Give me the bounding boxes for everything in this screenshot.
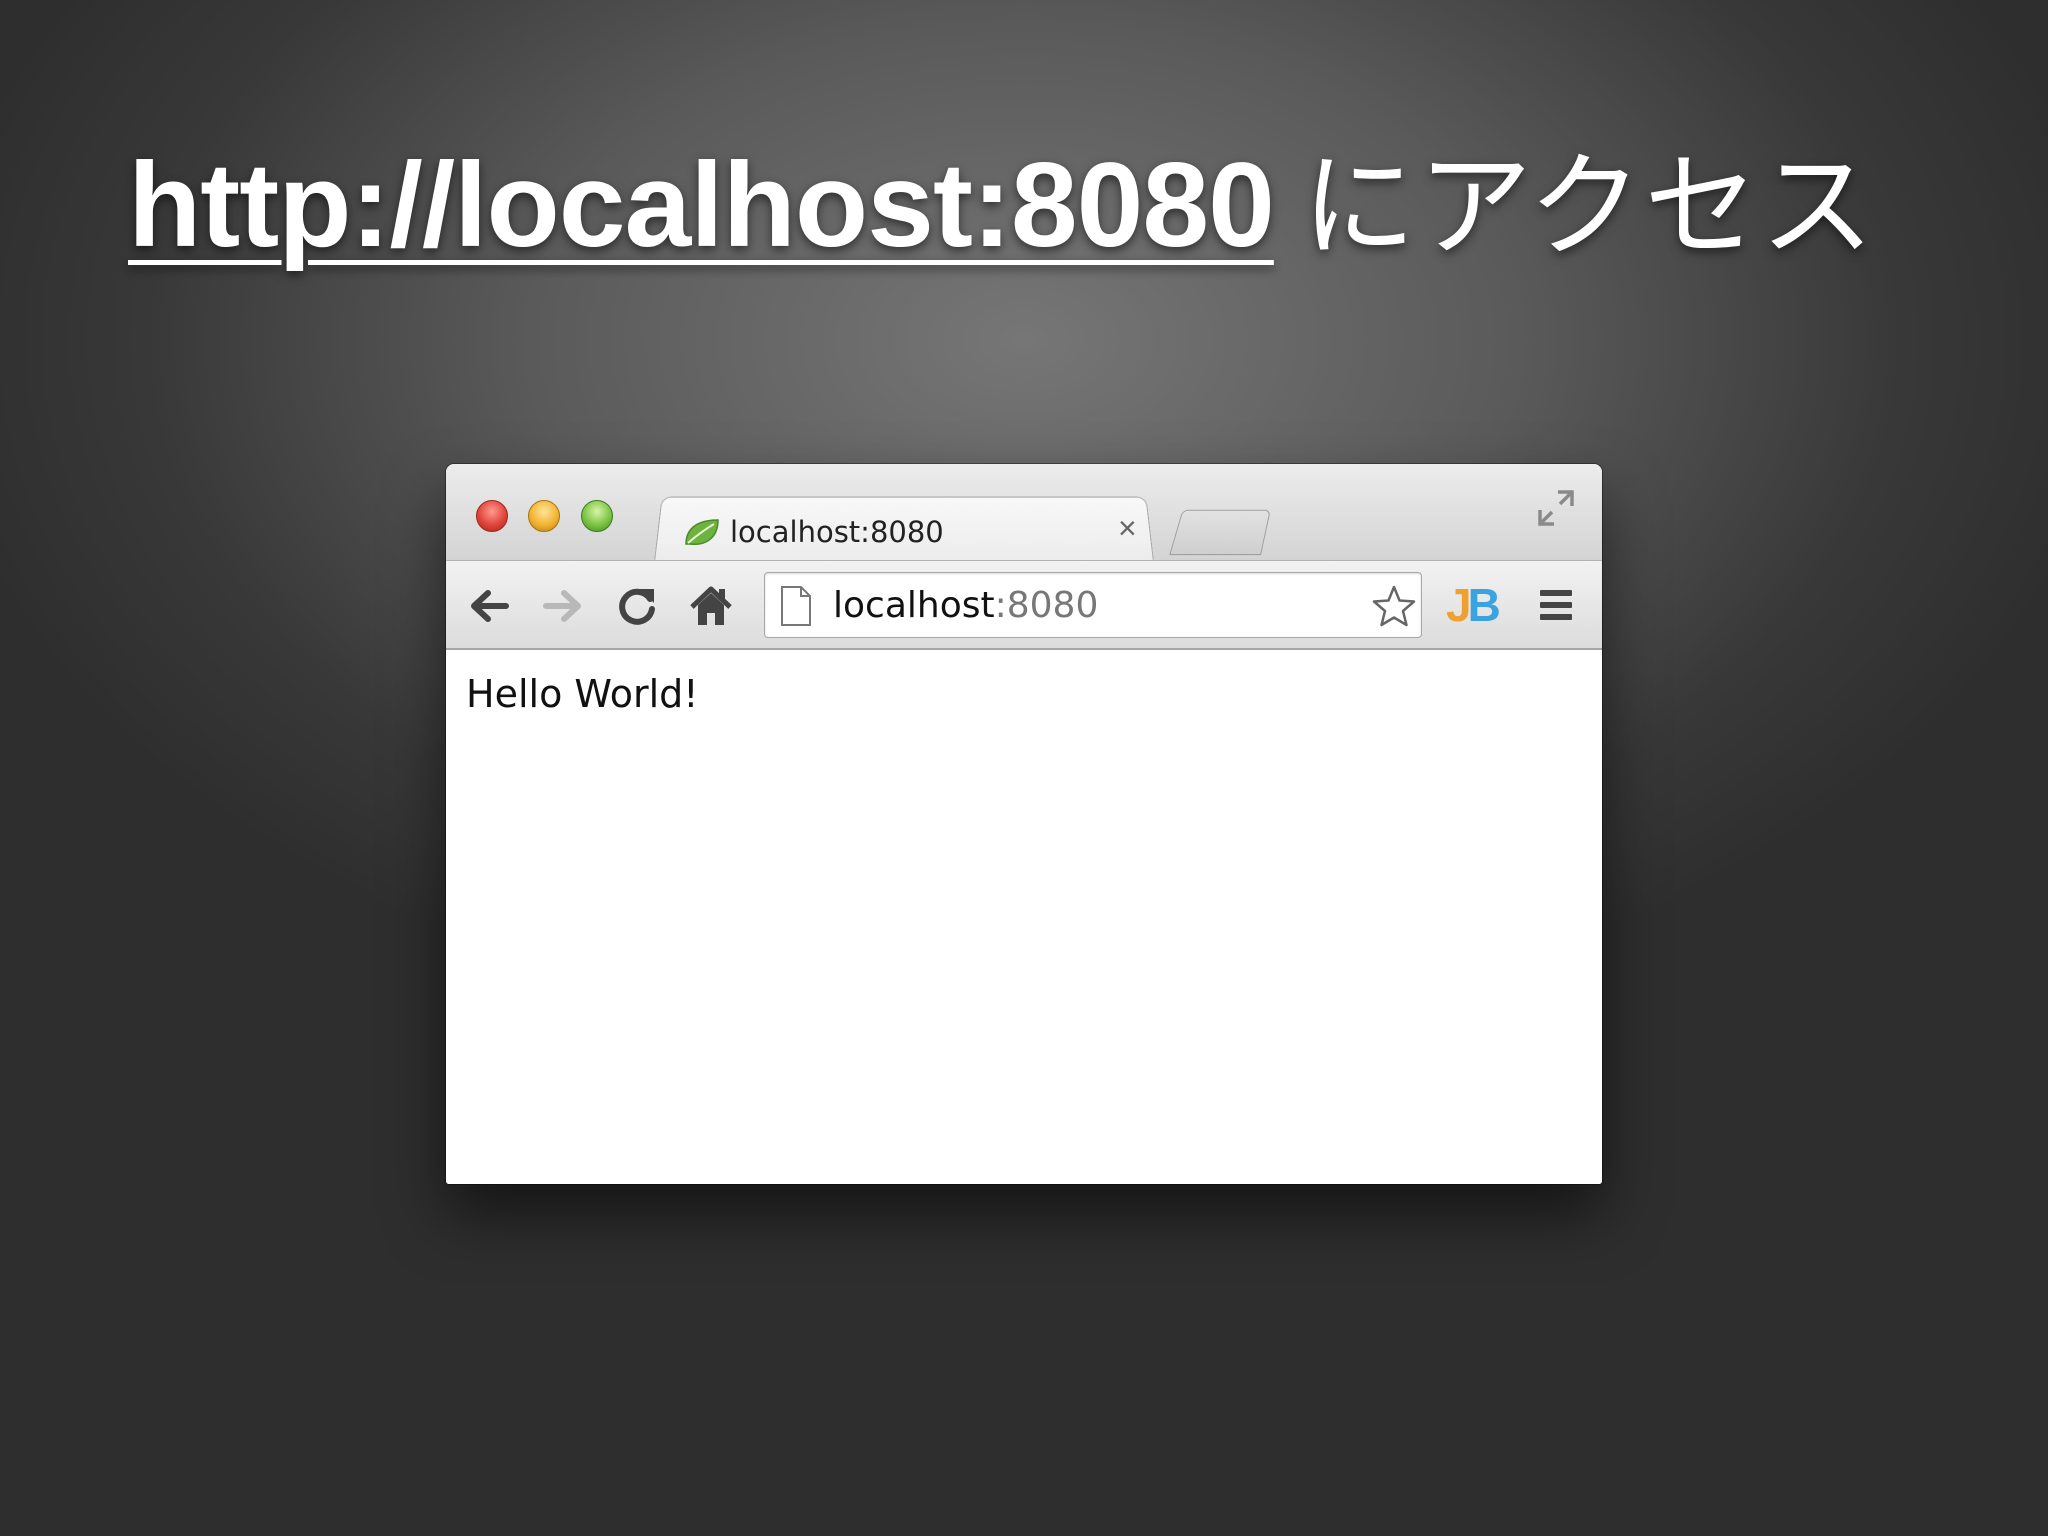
tab-close-icon[interactable]: × — [1118, 512, 1137, 544]
title-url-link[interactable]: http://localhost:8080 — [128, 138, 1275, 272]
tab-content: localhost:8080 — [682, 508, 1142, 556]
fullscreen-icon[interactable] — [1536, 488, 1576, 528]
jb-letter-b: B — [1467, 579, 1501, 631]
hamburger-menu-icon[interactable] — [1536, 582, 1576, 628]
address-bar[interactable]: localhost:8080 — [764, 572, 1422, 638]
close-icon[interactable] — [476, 500, 508, 532]
tab-label: localhost:8080 — [730, 515, 944, 549]
forward-arrow-icon[interactable] — [540, 583, 586, 629]
page-content: Hello World! — [446, 652, 1602, 1184]
reload-icon[interactable] — [614, 583, 660, 629]
url-host: localhost — [833, 585, 995, 626]
page-icon — [781, 586, 811, 626]
slide-title: http://localhost:8080 にアクセス — [128, 145, 1876, 265]
url-port: :8080 — [994, 585, 1099, 626]
back-arrow-icon[interactable] — [466, 583, 512, 629]
home-icon[interactable] — [688, 583, 734, 629]
browser-window: localhost:8080 × localhost:8080 JB Hello… — [446, 464, 1602, 1184]
title-suffix: にアクセス — [1301, 140, 1877, 273]
minimize-icon[interactable] — [528, 500, 560, 532]
spring-leaf-icon — [685, 519, 719, 545]
zoom-icon[interactable] — [581, 500, 613, 532]
jetbrains-extension-icon[interactable]: JB — [1446, 579, 1501, 631]
star-icon[interactable] — [1371, 583, 1417, 629]
jb-letter-j: J — [1446, 579, 1472, 631]
new-tab-button[interactable] — [1169, 509, 1271, 556]
url-text[interactable]: localhost:8080 — [833, 585, 1098, 627]
page-body-text: Hello World! — [466, 672, 699, 716]
